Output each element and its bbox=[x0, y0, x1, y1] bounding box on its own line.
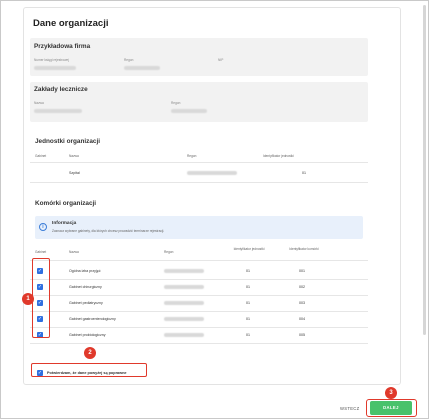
step-badge-2: 2 bbox=[84, 347, 96, 359]
cell-row-cell-id: 003 bbox=[299, 301, 305, 305]
divider bbox=[30, 182, 368, 183]
cell-row-cell-id: 002 bbox=[299, 285, 305, 289]
cell-row-name: Gabinet pediatryczny bbox=[69, 301, 103, 305]
divider bbox=[30, 311, 368, 312]
cell-row-name: Gabinet chirurgiczny bbox=[69, 285, 102, 289]
cell-row-name: Gabinet gastroenterologiczny bbox=[69, 317, 116, 321]
divider bbox=[30, 327, 368, 328]
cell-row-unit-id: 01 bbox=[246, 301, 250, 305]
firm-label-nip: NIP bbox=[218, 58, 224, 62]
cells-col-unit-id: Identyfikator jednostki bbox=[233, 247, 265, 251]
units-heading: Jednostki organizacji bbox=[35, 138, 100, 145]
info-box: i Informacja Zaznacz wybrane gabinety, d… bbox=[35, 216, 363, 239]
firm-section: Przykładowa firma Numer księgi rejestrow… bbox=[30, 38, 368, 76]
cell-row-unit-id: 01 bbox=[246, 269, 250, 273]
firm-register-value bbox=[34, 66, 76, 70]
facilities-regon-value bbox=[171, 109, 207, 113]
divider bbox=[30, 295, 368, 296]
highlight-confirm bbox=[31, 363, 147, 377]
units-col-regon: Regon bbox=[187, 154, 197, 158]
cells-col-regon: Regon bbox=[164, 250, 174, 254]
divider bbox=[30, 279, 368, 280]
cell-row-regon bbox=[164, 285, 204, 289]
info-title: Informacja bbox=[52, 221, 77, 226]
step-badge-1: 1 bbox=[22, 293, 34, 305]
cells-col-gabinet: Gabinet bbox=[35, 250, 47, 254]
organization-card: Dane organizacji Przykładowa firma Numer… bbox=[23, 7, 401, 385]
info-text: Zaznacz wybrane gabinety, dla których ch… bbox=[52, 229, 165, 233]
divider bbox=[30, 343, 368, 344]
cell-row-regon bbox=[164, 301, 204, 305]
units-col-name: Nazwa bbox=[69, 154, 79, 158]
cell-row-unit-id: 01 bbox=[246, 333, 250, 337]
units-col-id: Identyfikator jednostki bbox=[263, 154, 294, 158]
firm-label-regon: Regon bbox=[124, 58, 134, 62]
facilities-name-value bbox=[34, 109, 82, 113]
divider bbox=[30, 260, 368, 261]
cell-row-cell-id: 004 bbox=[299, 317, 305, 321]
unit-row-id: 01 bbox=[302, 171, 306, 175]
app-window: Dane organizacji Przykładowa firma Numer… bbox=[0, 0, 429, 419]
firm-heading: Przykładowa firma bbox=[34, 43, 91, 50]
firm-label-register: Numer księgi rejestrowej bbox=[34, 58, 69, 62]
info-icon: i bbox=[39, 223, 47, 231]
firm-regon-value bbox=[124, 66, 160, 70]
highlight-checkboxes bbox=[32, 258, 50, 338]
cell-row-regon bbox=[164, 269, 204, 273]
back-button[interactable]: WSTECZ bbox=[340, 406, 359, 411]
unit-row-name: Szpital bbox=[69, 171, 80, 175]
cells-col-cell-id: Identyfikator komórki bbox=[289, 247, 319, 251]
cell-row-name: Ogólna izba przyjęć bbox=[69, 269, 101, 273]
next-button[interactable]: DALEJ bbox=[370, 401, 412, 415]
cell-row-regon bbox=[164, 333, 204, 337]
facilities-section: Zakłady lecznicze Nazwa Regon bbox=[30, 82, 368, 122]
step-badge-3: 3 bbox=[385, 387, 397, 399]
cell-row-cell-id: 005 bbox=[299, 333, 305, 337]
facilities-label-regon: Regon bbox=[171, 101, 181, 105]
cell-row-regon bbox=[164, 317, 204, 321]
facilities-heading: Zakłady lecznicze bbox=[34, 86, 88, 93]
unit-row-regon bbox=[187, 171, 237, 175]
cell-row-unit-id: 01 bbox=[246, 285, 250, 289]
cell-row-name: Gabinet proktologiczny bbox=[69, 333, 106, 337]
cells-col-name: Nazwa bbox=[69, 250, 79, 254]
page-title: Dane organizacji bbox=[33, 18, 109, 29]
cell-row-unit-id: 01 bbox=[246, 317, 250, 321]
cell-row-cell-id: 001 bbox=[299, 269, 305, 273]
scrollbar[interactable] bbox=[423, 5, 426, 335]
cells-heading: Komórki organizacji bbox=[35, 200, 97, 207]
divider bbox=[30, 162, 368, 163]
facilities-label-name: Nazwa bbox=[34, 101, 44, 105]
units-col-gabinet: Gabinet bbox=[35, 154, 47, 158]
